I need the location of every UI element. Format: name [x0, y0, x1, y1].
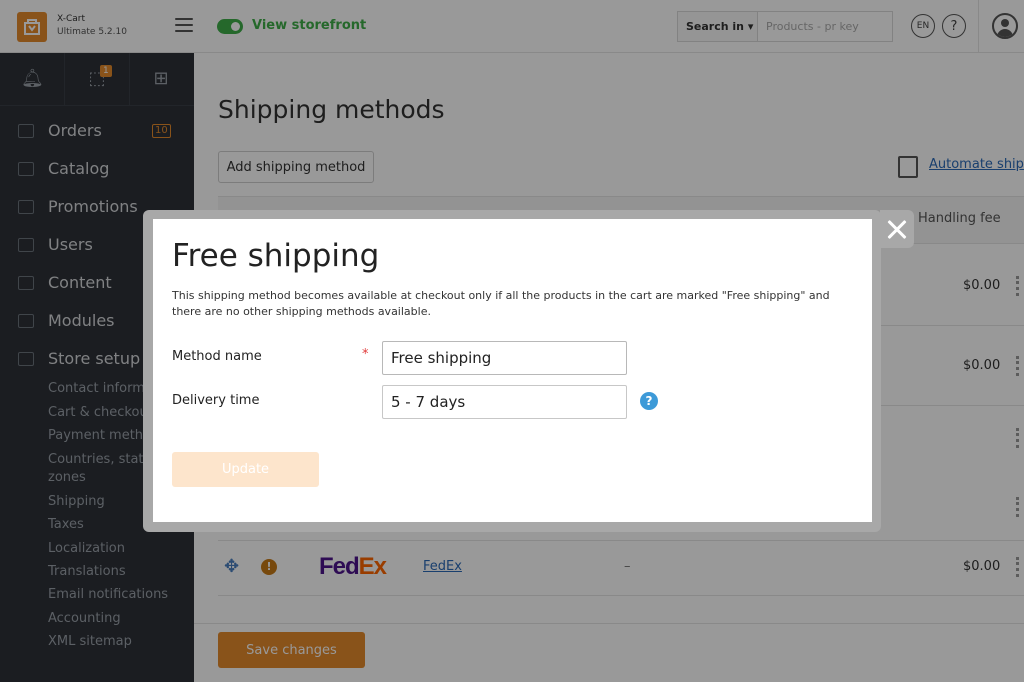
close-icon[interactable]: [880, 210, 914, 248]
dialog-description: This shipping method becomes available a…: [172, 289, 830, 318]
update-button[interactable]: Update: [172, 452, 319, 487]
help-icon[interactable]: ?: [640, 392, 658, 410]
required-marker: *: [362, 347, 369, 362]
delivery-time-label: Delivery time: [172, 393, 260, 408]
dialog-title: Free shipping: [172, 238, 380, 274]
method-name-label: Method name: [172, 349, 262, 364]
delivery-time-input[interactable]: [382, 385, 627, 419]
method-name-input[interactable]: [382, 341, 627, 375]
